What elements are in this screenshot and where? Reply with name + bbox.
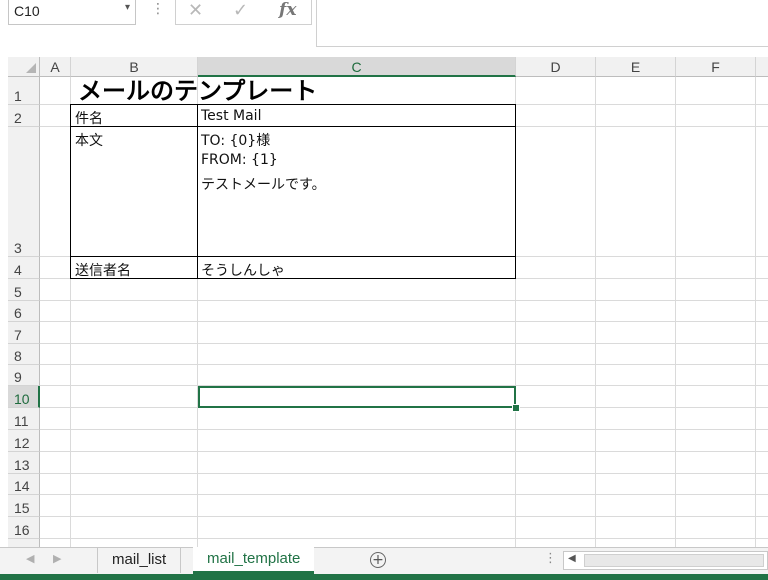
- row-number: 16: [14, 522, 30, 538]
- row-header-3[interactable]: 3: [8, 127, 40, 257]
- gridline: [40, 494, 768, 495]
- cell-b2[interactable]: 件名: [75, 108, 103, 128]
- row-number: 1: [14, 88, 22, 104]
- row-header-15[interactable]: 15: [8, 495, 40, 517]
- row-header-12[interactable]: 12: [8, 430, 40, 452]
- cell-c3-line1[interactable]: TO: {0}様: [201, 130, 270, 150]
- sheet-tab-mail-template[interactable]: mail_template: [193, 547, 315, 574]
- sheet-tab-mail-list[interactable]: mail_list: [97, 548, 182, 573]
- gridline: [40, 429, 768, 430]
- gridline: [40, 451, 768, 452]
- row-number: 5: [14, 284, 22, 300]
- select-all-corner[interactable]: [8, 57, 40, 77]
- select-all-icon: [26, 63, 36, 73]
- formula-input[interactable]: [316, 0, 768, 47]
- row-number: 13: [14, 457, 30, 473]
- column-header-g[interactable]: [756, 57, 768, 77]
- cell-c2[interactable]: Test Mail: [201, 108, 261, 124]
- status-bar: [0, 574, 768, 580]
- gridline: [595, 77, 596, 547]
- table-border: [197, 104, 198, 279]
- scrollbar-thumb[interactable]: [584, 554, 764, 567]
- window-left-edge: [0, 0, 8, 580]
- column-header-d[interactable]: D: [516, 57, 596, 77]
- formula-bar-resize-icon[interactable]: ⋮: [151, 1, 165, 17]
- table-border: [515, 104, 516, 279]
- name-box[interactable]: C10 ▾: [8, 0, 136, 25]
- row-number: 9: [14, 369, 22, 385]
- column-header-f[interactable]: F: [676, 57, 756, 77]
- sheet-scroll-left-icon[interactable]: ◀: [26, 552, 34, 565]
- column-header-c[interactable]: C: [198, 57, 516, 77]
- name-box-value: C10: [14, 3, 40, 19]
- row-header-13[interactable]: 13: [8, 452, 40, 474]
- column-header-b[interactable]: B: [71, 57, 198, 77]
- row-header-5[interactable]: 5: [8, 279, 40, 301]
- formula-buttons: ✕ ✓ fx: [175, 0, 312, 25]
- row-header-1[interactable]: 1: [8, 77, 40, 105]
- tab-splitter-icon[interactable]: ⋮: [544, 551, 557, 566]
- row-header-8[interactable]: 8: [8, 344, 40, 365]
- gridline: [755, 77, 756, 547]
- cancel-icon[interactable]: ✕: [188, 0, 203, 21]
- gridline: [40, 343, 768, 344]
- cell-b4[interactable]: 送信者名: [75, 260, 131, 280]
- row-number: 3: [14, 240, 22, 256]
- row-number: 7: [14, 327, 22, 343]
- gridline: [675, 77, 676, 547]
- scroll-left-arrow-icon[interactable]: ◀: [568, 553, 576, 564]
- formula-bar: C10 ▾ ⋮ ✕ ✓ fx: [0, 0, 768, 47]
- cell-c3-line3[interactable]: テストメールです。: [201, 174, 326, 194]
- row-number: 15: [14, 500, 30, 516]
- row-number: 12: [14, 435, 30, 451]
- table-border: [70, 104, 71, 279]
- row-header-4[interactable]: 4: [8, 257, 40, 279]
- column-header-e[interactable]: E: [596, 57, 676, 77]
- add-sheet-icon[interactable]: +: [370, 552, 386, 568]
- cell-b3[interactable]: 本文: [75, 130, 103, 150]
- sheet-scroll-right-icon[interactable]: ▶: [53, 552, 61, 565]
- cell-c4[interactable]: そうしんしゃ: [201, 260, 285, 280]
- gridline: [40, 364, 768, 365]
- gridline: [40, 538, 768, 539]
- name-box-dropdown-icon[interactable]: ▾: [125, 2, 130, 13]
- row-header-11[interactable]: 11: [8, 408, 40, 430]
- table-border: [70, 126, 516, 127]
- cell-c3-line2[interactable]: FROM: {1}: [201, 152, 278, 168]
- row-number: 8: [14, 348, 22, 364]
- row-number: 6: [14, 305, 22, 321]
- row-header-14[interactable]: 14: [8, 474, 40, 495]
- row-number: 11: [14, 413, 29, 429]
- horizontal-scrollbar[interactable]: ◀: [563, 551, 768, 570]
- spreadsheet-grid[interactable]: A B C D E F 1 2 3 4 5 6 7 8 9 10 11 12 1…: [8, 57, 768, 547]
- insert-function-icon[interactable]: fx: [279, 0, 296, 20]
- table-border: [70, 256, 516, 257]
- gridline: [40, 321, 768, 322]
- row-header-7[interactable]: 7: [8, 322, 40, 344]
- gridline: [40, 473, 768, 474]
- row-number: 14: [14, 478, 30, 494]
- row-number: 4: [14, 262, 22, 278]
- table-border: [70, 278, 516, 279]
- row-header-16[interactable]: 16: [8, 517, 40, 539]
- row-number: 10: [14, 391, 30, 407]
- row-header-2[interactable]: 2: [8, 105, 40, 127]
- enter-icon[interactable]: ✓: [233, 0, 248, 21]
- row-header-17[interactable]: [8, 539, 40, 547]
- row-header-10[interactable]: 10: [8, 386, 40, 408]
- row-number: 2: [14, 110, 22, 126]
- template-title[interactable]: メールのテンプレート: [78, 77, 317, 105]
- fill-handle[interactable]: [512, 404, 520, 412]
- active-cell-c10[interactable]: [198, 386, 516, 408]
- gridline: [40, 300, 768, 301]
- column-header-a[interactable]: A: [40, 57, 71, 77]
- row-header-6[interactable]: 6: [8, 301, 40, 322]
- gridline: [40, 516, 768, 517]
- row-header-9[interactable]: 9: [8, 365, 40, 386]
- sheet-tab-bar: ◀ ▶ mail_list mail_template + ⋮ ◀: [0, 547, 768, 574]
